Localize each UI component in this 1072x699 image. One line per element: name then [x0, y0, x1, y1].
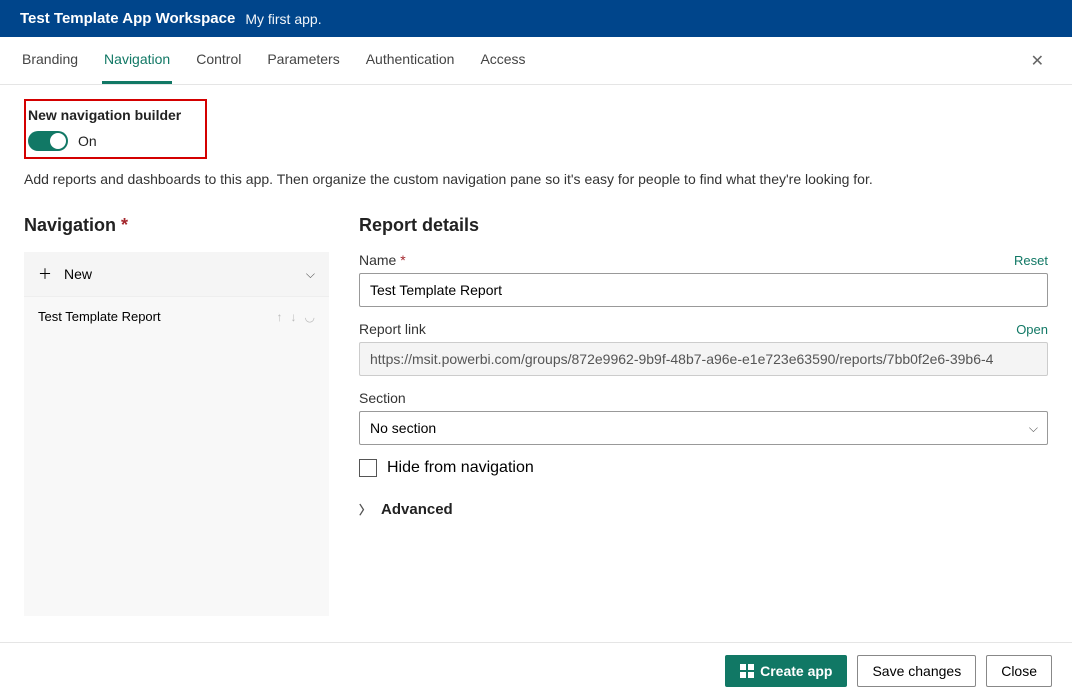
nav-builder-highlight: New navigation builder On	[24, 99, 207, 159]
nav-item-label: Test Template Report	[38, 309, 161, 324]
required-asterisk: *	[121, 215, 128, 235]
create-app-button[interactable]: Create app	[725, 655, 847, 687]
workspace-title: Test Template App Workspace	[20, 10, 235, 27]
move-up-icon[interactable]: ↑	[277, 310, 283, 324]
nav-item-list: Test Template Report ↑ ↓ ◡	[24, 296, 329, 616]
details-heading: Report details	[359, 215, 1048, 236]
new-nav-item-button[interactable]: ＋ New ⌵	[24, 252, 329, 296]
nav-builder-title: New navigation builder	[28, 107, 181, 123]
close-icon[interactable]: ✕	[1023, 47, 1052, 75]
tab-navigation[interactable]: Navigation	[102, 37, 172, 84]
section-select[interactable]	[359, 411, 1048, 445]
advanced-toggle[interactable]: 〉 Advanced	[359, 501, 1048, 518]
nav-builder-toggle[interactable]	[28, 131, 68, 151]
navigation-heading-text: Navigation	[24, 215, 116, 235]
name-input[interactable]	[359, 273, 1048, 307]
close-button[interactable]: Close	[986, 655, 1052, 687]
report-link-input[interactable]	[359, 342, 1048, 376]
section-label: Section	[359, 390, 406, 406]
main-content: New navigation builder On Add reports an…	[0, 85, 1072, 642]
tab-parameters[interactable]: Parameters	[265, 37, 341, 84]
navigation-heading: Navigation *	[24, 215, 329, 236]
tab-control[interactable]: Control	[194, 37, 243, 84]
hide-checkbox[interactable]	[359, 459, 377, 477]
app-icon	[740, 664, 754, 678]
chevron-right-icon: 〉	[359, 501, 371, 518]
advanced-label: Advanced	[381, 501, 453, 518]
details-panel: Report details Name * Reset Report link …	[359, 215, 1048, 616]
hide-label: Hide from navigation	[387, 459, 534, 477]
footer-bar: Create app Save changes Close	[0, 642, 1072, 699]
open-link[interactable]: Open	[1016, 322, 1048, 337]
name-label: Name *	[359, 252, 406, 268]
navigation-panel: Navigation * ＋ New ⌵ Test Template Repor…	[24, 215, 329, 616]
tab-authentication[interactable]: Authentication	[364, 37, 457, 84]
nav-item[interactable]: Test Template Report ↑ ↓ ◡	[24, 296, 329, 336]
plus-icon: ＋	[38, 264, 52, 284]
nav-builder-state: On	[78, 133, 97, 149]
workspace-subtitle: My first app.	[245, 11, 321, 27]
app-header: Test Template App Workspace My first app…	[0, 0, 1072, 37]
hide-from-nav-row[interactable]: Hide from navigation	[359, 459, 1048, 477]
move-down-icon[interactable]: ↓	[291, 310, 297, 324]
create-app-label: Create app	[760, 663, 832, 679]
visibility-icon[interactable]: ◡	[305, 310, 315, 324]
new-button-label: New	[64, 266, 92, 282]
save-changes-button[interactable]: Save changes	[857, 655, 976, 687]
toggle-knob	[50, 133, 66, 149]
required-asterisk: *	[400, 252, 405, 268]
tab-branding[interactable]: Branding	[20, 37, 80, 84]
name-label-text: Name	[359, 252, 396, 268]
tab-bar: Branding Navigation Control Parameters A…	[0, 37, 1072, 85]
tab-access[interactable]: Access	[478, 37, 527, 84]
nav-builder-description: Add reports and dashboards to this app. …	[24, 171, 1048, 187]
chevron-down-icon: ⌵	[306, 267, 315, 282]
reset-link[interactable]: Reset	[1014, 253, 1048, 268]
report-link-label: Report link	[359, 321, 426, 337]
